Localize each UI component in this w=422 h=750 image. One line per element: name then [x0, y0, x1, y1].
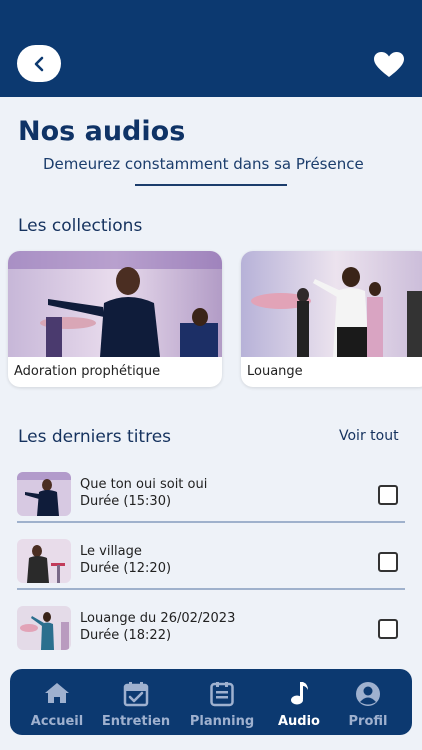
track-title: Louange du 26/02/2023: [80, 611, 236, 626]
app-header: [0, 0, 422, 97]
track-item[interactable]: Le village Durée (12:20): [17, 539, 405, 585]
track-duration: Durée (15:30): [80, 494, 172, 509]
track-title: Que ton oui soit oui: [80, 477, 208, 492]
track-thumbnail: [17, 539, 71, 583]
track-divider: [17, 521, 405, 523]
track-checkbox[interactable]: [378, 619, 398, 639]
track-checkbox[interactable]: [378, 552, 398, 572]
tab-label: Planning: [189, 714, 255, 729]
chevron-left-icon: [34, 56, 44, 71]
page-title: Nos audios: [18, 116, 186, 147]
track-thumbnail: [17, 606, 71, 650]
music-note-icon: [291, 682, 308, 705]
page-subtitle: Demeurez constamment dans sa Présence: [43, 155, 364, 173]
user-icon: [356, 682, 380, 706]
track-title: Le village: [80, 544, 142, 559]
track-item[interactable]: Que ton oui soit oui Durée (15:30): [17, 472, 405, 518]
subtitle-underline: [135, 184, 287, 186]
track-item[interactable]: Louange du 26/02/2023 Durée (18:22): [17, 606, 405, 652]
list-icon: [210, 682, 234, 707]
collection-card-adoration[interactable]: Adoration prophétique: [8, 251, 222, 387]
track-checkbox[interactable]: [378, 485, 398, 505]
tab-label: Audio: [277, 714, 320, 729]
collections-title: Les collections: [18, 216, 143, 236]
favorite-button[interactable]: [374, 52, 404, 78]
tab-audio[interactable]: Audio: [259, 669, 339, 735]
collection-cover-image: [8, 251, 222, 357]
calendar-check-icon: [123, 682, 149, 707]
home-icon: [45, 683, 69, 703]
latest-titles-heading: Les derniers titres: [18, 427, 172, 447]
tab-entretien[interactable]: Entretien: [96, 669, 176, 735]
tab-planning[interactable]: Planning: [182, 669, 262, 735]
track-duration: Durée (18:22): [80, 628, 172, 643]
collection-label: Adoration prophétique: [14, 364, 161, 379]
see-all-link[interactable]: Voir tout: [339, 428, 399, 444]
back-button[interactable]: [17, 45, 61, 82]
track-divider: [17, 588, 405, 590]
tab-profil[interactable]: Profil: [328, 669, 408, 735]
tab-label: Entretien: [101, 714, 171, 729]
track-thumbnail: [17, 472, 71, 516]
collection-label: Louange: [247, 364, 303, 379]
bottom-tab-bar: Accueil Entretien Planning Audio Profil: [10, 669, 412, 735]
track-duration: Durée (12:20): [80, 561, 172, 576]
tab-label: Profil: [348, 714, 388, 729]
heart-icon: [374, 52, 404, 77]
collection-card-louange[interactable]: Louange: [241, 251, 422, 387]
tab-label: Accueil: [30, 714, 84, 729]
collection-cover-image: [241, 251, 422, 357]
tab-accueil[interactable]: Accueil: [17, 669, 97, 735]
